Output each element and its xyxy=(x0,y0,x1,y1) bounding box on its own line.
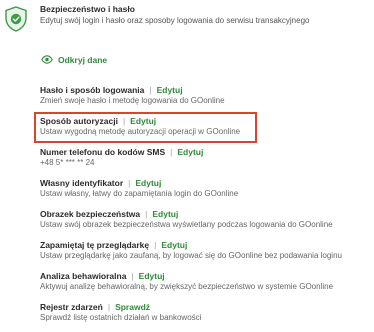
edit-sms-phone-link[interactable]: Edytuj xyxy=(177,147,203,157)
item-description: Zmień swoje hasło i metodę logowania do … xyxy=(40,96,225,105)
list-item-sms-phone: Numer telefonu do kodów SMS | Edytuj +48… xyxy=(40,146,370,177)
section-header: Bezpieczeństwo i hasło Edytuj swój login… xyxy=(4,4,370,38)
separator: | xyxy=(122,115,126,126)
item-title: Hasło i sposób logowania xyxy=(40,84,145,95)
separator: | xyxy=(107,301,111,312)
item-description: Ustaw swój obrazek bezpieczeństwa wyświe… xyxy=(40,220,333,229)
list-item-custom-identifier: Własny identyfikator | Edytuj Ustaw włas… xyxy=(40,177,370,208)
separator: | xyxy=(145,208,148,219)
settings-list: Hasło i sposób logowania | Edytuj Zmień … xyxy=(40,84,370,332)
reveal-data-label: Odkryj dane xyxy=(58,55,108,65)
check-event-log-link[interactable]: Sprawdź xyxy=(115,302,150,312)
edit-password-login-link[interactable]: Edytuj xyxy=(157,85,183,95)
edit-authorization-method-link[interactable]: Edytuj xyxy=(130,116,156,126)
item-description: Aktywuj analizę behawioralną, by zwiększ… xyxy=(40,282,334,291)
list-item-security-image: Obrazek bezpieczeństwa | Edytuj Ustaw sw… xyxy=(40,208,370,239)
item-title: Numer telefonu do kodów SMS xyxy=(40,146,166,157)
item-title: Obrazek bezpieczeństwa xyxy=(40,208,141,219)
list-item-authorization-method: Sposób autoryzacji | Edytuj Ustaw wygodn… xyxy=(40,115,370,146)
eye-icon xyxy=(41,51,53,69)
separator: | xyxy=(170,146,173,157)
item-description: Ustaw własny, łatwy do zapamiętania logi… xyxy=(40,189,239,198)
item-title: Sposób autoryzacji xyxy=(40,115,118,126)
item-description: Ustaw przeglądarkę jako zaufaną, by logo… xyxy=(40,251,342,260)
separator: | xyxy=(149,84,152,95)
item-title: Rejestr zdarzeń xyxy=(40,301,103,312)
shield-check-icon xyxy=(4,6,28,32)
edit-security-image-link[interactable]: Edytuj xyxy=(152,209,178,219)
edit-remember-browser-link[interactable]: Edytuj xyxy=(161,240,187,250)
list-item-remember-browser: Zapamiętaj tę przeglądarkę | Edytuj Usta… xyxy=(40,239,370,270)
item-title: Zapamiętaj tę przeglądarkę xyxy=(40,239,150,250)
item-description: Sprawdź listę ostatnich działań w bankow… xyxy=(40,313,202,322)
reveal-data-link[interactable]: Odkryj dane xyxy=(41,54,107,66)
edit-custom-identifier-link[interactable]: Edytuj xyxy=(135,178,161,188)
section-description: Edytuj swój login i hasło oraz sposoby l… xyxy=(40,16,310,25)
list-item-password-login: Hasło i sposób logowania | Edytuj Zmień … xyxy=(40,84,370,115)
list-item-behavioral-analysis: Analiza behawioralna | Edytuj Aktywuj an… xyxy=(40,270,370,301)
edit-behavioral-analysis-link[interactable]: Edytuj xyxy=(139,271,165,281)
separator: | xyxy=(131,270,134,281)
separator: | xyxy=(154,239,157,250)
list-item-event-log: Rejestr zdarzeń | Sprawdź Sprawdź listę … xyxy=(40,301,370,332)
item-title: Własny identyfikator xyxy=(40,177,124,188)
item-description: Ustaw wygodną metodę autoryzacji operacj… xyxy=(40,127,241,136)
section-title: Bezpieczeństwo i hasło xyxy=(40,4,135,14)
item-description: +48 5* *** ** 24 xyxy=(40,158,95,167)
item-title: Analiza behawioralna xyxy=(40,270,127,281)
separator: | xyxy=(128,177,131,188)
